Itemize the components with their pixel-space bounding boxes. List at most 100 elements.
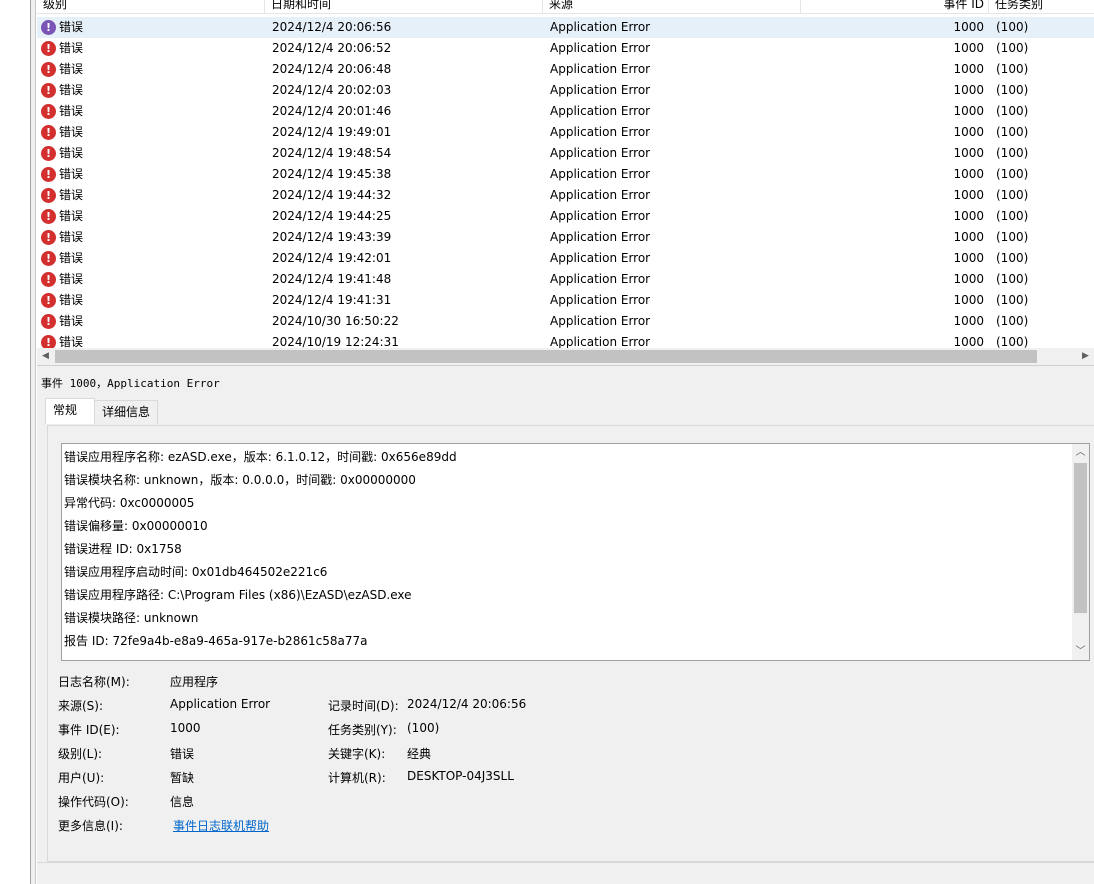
source-label: 来源(S): (58, 699, 104, 713)
scroll-right-icon[interactable]: ▶ (1077, 348, 1094, 365)
source-cell: Application Error (550, 209, 651, 223)
table-row[interactable]: ! 错误 2024/12/4 19:43:39 Application Error 10… (37, 227, 1094, 248)
level-text: 错误 (59, 230, 84, 244)
description-scroll-thumb[interactable] (1074, 463, 1087, 613)
level-text: 错误 (59, 20, 84, 34)
event-id-cell: 1000 (953, 272, 984, 286)
level-cell: ! 错误 (41, 269, 261, 290)
date-cell: 2024/12/4 19:43:39 (272, 230, 392, 244)
date-cell: 2024/10/19 12:24:31 (272, 335, 399, 348)
task-cell: (100) (996, 167, 1029, 181)
table-row[interactable]: ! 错误 2024/12/4 20:06:48 Application Error 10… (37, 59, 1094, 80)
scroll-down-icon[interactable]: ﹀ (1072, 643, 1089, 660)
more-info-link[interactable]: 事件日志联机帮助 (173, 817, 269, 834)
table-row[interactable]: ! 错误 2024/12/4 20:06:56 Application Error 10… (37, 17, 1094, 38)
left-pane-edge (0, 0, 31, 884)
table-row[interactable]: ! 错误 2024/12/4 19:44:32 Application Error 10… (37, 185, 1094, 206)
log-name-label: 日志名称(M): (58, 675, 130, 689)
description-line: 错误应用程序路径: C:\Program Files (x86)\EzASD\e… (64, 588, 412, 602)
table-row[interactable]: ! 错误 2024/12/4 19:49:01 Application Error 10… (37, 122, 1094, 143)
pane-splitter-vertical[interactable] (31, 0, 36, 884)
error-icon: ! (41, 83, 56, 98)
description-line: 异常代码: 0xc0000005 (64, 496, 195, 510)
level-label: 级别(L): (58, 747, 103, 761)
table-row[interactable]: ! 错误 2024/12/4 20:01:46 Application Error 10… (37, 101, 1094, 122)
level-text: 错误 (59, 188, 84, 202)
table-row[interactable]: ! 错误 2024/12/4 20:06:52 Application Error 10… (37, 38, 1094, 59)
table-row[interactable]: ! 错误 2024/12/4 19:44:25 Application Error 10… (37, 206, 1094, 227)
task-cell: (100) (996, 20, 1029, 34)
level-cell: ! 错误 (41, 311, 261, 332)
table-row[interactable]: ! 错误 2024/12/4 19:41:31 Application Error 10… (37, 290, 1094, 311)
description-line: 错误进程 ID: 0x1758 (64, 542, 182, 556)
task-cell: (100) (996, 293, 1029, 307)
error-icon: ! (41, 188, 56, 203)
table-row[interactable]: ! 错误 2024/12/4 19:42:01 Application Error 10… (37, 248, 1094, 269)
event-id-cell: 1000 (953, 20, 984, 34)
source-value: Application Error (170, 697, 271, 711)
opcode-value: 信息 (170, 795, 195, 809)
event-list: 级别 日期和时间 来源 事件 ID 任务类别 ! 错误 2024/12/4 20:0… (37, 0, 1094, 348)
keywords-label: 关键字(K): (328, 747, 386, 761)
computer-value: DESKTOP-04J3SLL (407, 769, 514, 783)
level-text: 错误 (59, 125, 84, 139)
date-cell: 2024/12/4 19:41:31 (272, 293, 392, 307)
column-header-source[interactable]: 来源 (543, 0, 801, 14)
task-cell: (100) (996, 230, 1029, 244)
event-id-cell: 1000 (953, 188, 984, 202)
level-text: 错误 (59, 335, 84, 348)
table-row[interactable]: ! 错误 2024/12/4 19:41:48 Application Error 10… (37, 269, 1094, 290)
event-id-cell: 1000 (953, 335, 984, 348)
task-category-label: 任务类别(Y): (328, 723, 397, 737)
level-cell: ! 错误 (41, 143, 261, 164)
level-cell: ! 错误 (41, 38, 261, 59)
scroll-up-icon[interactable]: ︿ (1072, 444, 1089, 461)
source-cell: Application Error (550, 230, 651, 244)
event-id-cell: 1000 (953, 293, 984, 307)
task-category-value: (100) (407, 721, 440, 735)
event-id-cell: 1000 (953, 314, 984, 328)
tab-general[interactable]: 常规 (45, 398, 95, 424)
description-line: 错误应用程序名称: ezASD.exe，版本: 6.1.0.12，时间戳: 0x… (64, 450, 457, 464)
table-row[interactable]: ! 错误 2024/12/4 20:02:03 Application Error 10… (37, 80, 1094, 101)
level-cell: ! 错误 (41, 122, 261, 143)
level-cell: ! 错误 (41, 185, 261, 206)
level-text: 错误 (59, 293, 84, 307)
error-icon: ! (41, 335, 56, 348)
error-icon: ! (41, 125, 56, 140)
column-header-event-id[interactable]: 事件 ID (801, 0, 989, 14)
column-header-level[interactable]: 级别 (37, 0, 265, 14)
error-icon: ! (41, 146, 56, 161)
date-cell: 2024/12/4 19:44:32 (272, 188, 392, 202)
error-icon: ! (41, 293, 56, 308)
tab-details[interactable]: 详细信息 (94, 400, 158, 424)
description-vertical-scrollbar[interactable]: ︿ ﹀ (1072, 444, 1089, 660)
event-id-cell: 1000 (953, 230, 984, 244)
error-icon: ! (41, 251, 56, 266)
task-cell: (100) (996, 272, 1029, 286)
scroll-left-icon[interactable]: ◀ (37, 348, 54, 365)
date-cell: 2024/12/4 20:01:46 (272, 104, 392, 118)
date-cell: 2024/12/4 20:06:56 (272, 20, 392, 34)
status-strip (37, 862, 1094, 884)
event-description-box[interactable]: 错误应用程序名称: ezASD.exe，版本: 6.1.0.12，时间戳: 0x… (61, 443, 1090, 661)
column-header-task[interactable]: 任务类别 (989, 0, 1094, 14)
level-cell: ! 错误 (41, 80, 261, 101)
list-horizontal-scrollbar[interactable]: ◀ ▶ (37, 348, 1094, 365)
table-row[interactable]: ! 错误 2024/10/19 12:24:31 Application Error 1… (37, 332, 1094, 348)
date-cell: 2024/12/4 19:48:54 (272, 146, 392, 160)
table-row[interactable]: ! 错误 2024/10/30 16:50:22 Application Error 1… (37, 311, 1094, 332)
scroll-thumb[interactable] (55, 350, 1037, 363)
error-icon: ! (41, 167, 56, 182)
level-text: 错误 (59, 272, 84, 286)
table-row[interactable]: ! 错误 2024/12/4 19:48:54 Application Error 10… (37, 143, 1094, 164)
source-cell: Application Error (550, 293, 651, 307)
keywords-value: 经典 (407, 747, 432, 761)
table-row[interactable]: ! 错误 2024/12/4 19:45:38 Application Error 10… (37, 164, 1094, 185)
logged-value: 2024/12/4 20:06:56 (407, 697, 527, 711)
source-cell: Application Error (550, 104, 651, 118)
level-text: 错误 (59, 104, 84, 118)
column-header-date[interactable]: 日期和时间 (265, 0, 543, 14)
level-text: 错误 (59, 314, 84, 328)
event-id-cell: 1000 (953, 251, 984, 265)
